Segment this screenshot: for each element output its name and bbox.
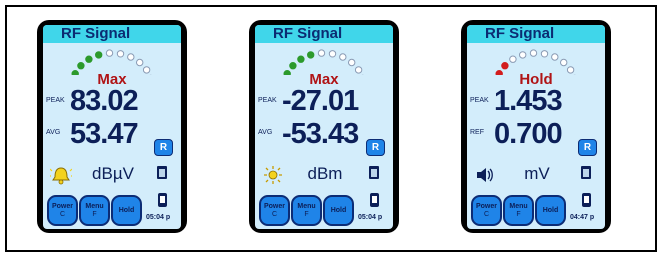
sun-icon: [264, 166, 282, 184]
meter-device-dbm: RF Signal Max PEAK -27.01 AVG -53.43 R d…: [249, 20, 399, 233]
signal-level-arc: [283, 49, 364, 75]
hold-button-label: Hold: [542, 206, 559, 214]
signal-level-dot: [127, 53, 135, 61]
battery-icon: [581, 166, 591, 179]
row1-label: PEAK: [258, 97, 277, 104]
signal-level-arc: [495, 49, 576, 75]
plug-icon: [158, 193, 167, 207]
row1-value: -27.01: [282, 85, 359, 117]
hold-button[interactable]: Hold: [111, 195, 142, 226]
signal-level-arc: [71, 49, 152, 75]
power-button[interactable]: Power C: [47, 195, 78, 226]
hold-button-label: Hold: [330, 206, 347, 214]
row1-label: PEAK: [46, 97, 65, 104]
row1-label: PEAK: [470, 97, 489, 104]
signal-level-dot: [519, 51, 527, 59]
power-button[interactable]: Power C: [259, 195, 290, 226]
hold-button[interactable]: Hold: [323, 195, 354, 226]
device-screen: RF Signal Max PEAK 83.02 AVG 53.47 R dBµ…: [43, 25, 181, 229]
signal-level-dot: [105, 49, 114, 57]
signal-level-dot: [501, 62, 509, 70]
range-button[interactable]: R: [578, 139, 597, 156]
device-screen: RF Signal Max PEAK -27.01 AVG -53.43 R d…: [255, 25, 393, 229]
row1-value: 1.453: [494, 85, 563, 117]
menu-button[interactable]: Menu F: [291, 195, 322, 226]
meter-device-dbuv: RF Signal Max PEAK 83.02 AVG 53.47 R dBµ…: [37, 20, 187, 233]
range-button[interactable]: R: [366, 139, 385, 156]
unit-label: dBµV: [92, 164, 134, 183]
unit-label: mV: [524, 164, 550, 183]
hold-button-label: Hold: [118, 206, 135, 214]
power-button-sub: C: [59, 210, 66, 218]
signal-level-dot: [289, 62, 297, 70]
power-button-label: Power: [51, 202, 73, 210]
power-button-label: Power: [475, 202, 497, 210]
signal-level-dot: [348, 58, 356, 67]
row2-label: REF: [470, 129, 484, 136]
speaker-icon: [477, 168, 493, 182]
signal-level-dot: [307, 51, 315, 59]
signal-level-dot: [540, 50, 549, 58]
row2-label: AVG: [258, 129, 273, 136]
signal-level-dot: [328, 50, 337, 58]
range-button[interactable]: R: [154, 139, 173, 156]
time-display: 05:04 p: [358, 214, 383, 221]
power-button-sub: C: [483, 210, 490, 218]
power-button-sub: C: [271, 210, 278, 218]
plug-icon: [582, 193, 591, 207]
row2-value: 0.700: [494, 118, 563, 150]
menu-button-label: Menu: [85, 202, 104, 210]
menu-button-label: Menu: [297, 202, 316, 210]
signal-level-dot: [317, 49, 326, 57]
hold-button[interactable]: Hold: [535, 195, 566, 226]
signal-level-dot: [116, 50, 125, 58]
power-button[interactable]: Power C: [471, 195, 502, 226]
time-display: 04:47 p: [570, 214, 595, 221]
menu-button-sub: F: [92, 210, 97, 218]
menu-button-label: Menu: [509, 202, 528, 210]
signal-level-dot: [529, 49, 538, 57]
plug-icon: [370, 193, 379, 207]
meter-device-mv: RF Signal Hold PEAK 1.453 REF 0.700 R mV…: [461, 20, 611, 233]
signal-level-dot: [136, 58, 144, 67]
signal-level-dot: [560, 58, 568, 67]
menu-button-sub: F: [304, 210, 309, 218]
row2-value: -53.43: [282, 118, 359, 150]
menu-button[interactable]: Menu F: [79, 195, 110, 226]
signal-level-dot: [297, 55, 305, 63]
row1-value: 83.02: [70, 85, 139, 117]
screenshot-frame: RF Signal Max PEAK 83.02 AVG 53.47 R dBµ…: [5, 5, 657, 252]
power-button-label: Power: [263, 202, 285, 210]
time-display: 05:04 p: [146, 214, 171, 221]
menu-button[interactable]: Menu F: [503, 195, 534, 226]
signal-level-dot: [77, 62, 85, 70]
signal-level-dot: [339, 53, 347, 61]
signal-level-dot: [509, 55, 517, 63]
row2-value: 53.47: [70, 118, 139, 150]
signal-level-dot: [85, 55, 93, 63]
battery-icon: [157, 166, 167, 179]
signal-level-dot: [95, 51, 103, 59]
unit-label: dBm: [307, 164, 343, 183]
row2-label: AVG: [46, 129, 61, 136]
battery-icon: [369, 166, 379, 179]
bell-icon: [50, 167, 72, 185]
signal-level-dot: [551, 53, 559, 61]
menu-button-sub: F: [516, 210, 521, 218]
device-screen: RF Signal Hold PEAK 1.453 REF 0.700 R mV…: [467, 25, 605, 229]
